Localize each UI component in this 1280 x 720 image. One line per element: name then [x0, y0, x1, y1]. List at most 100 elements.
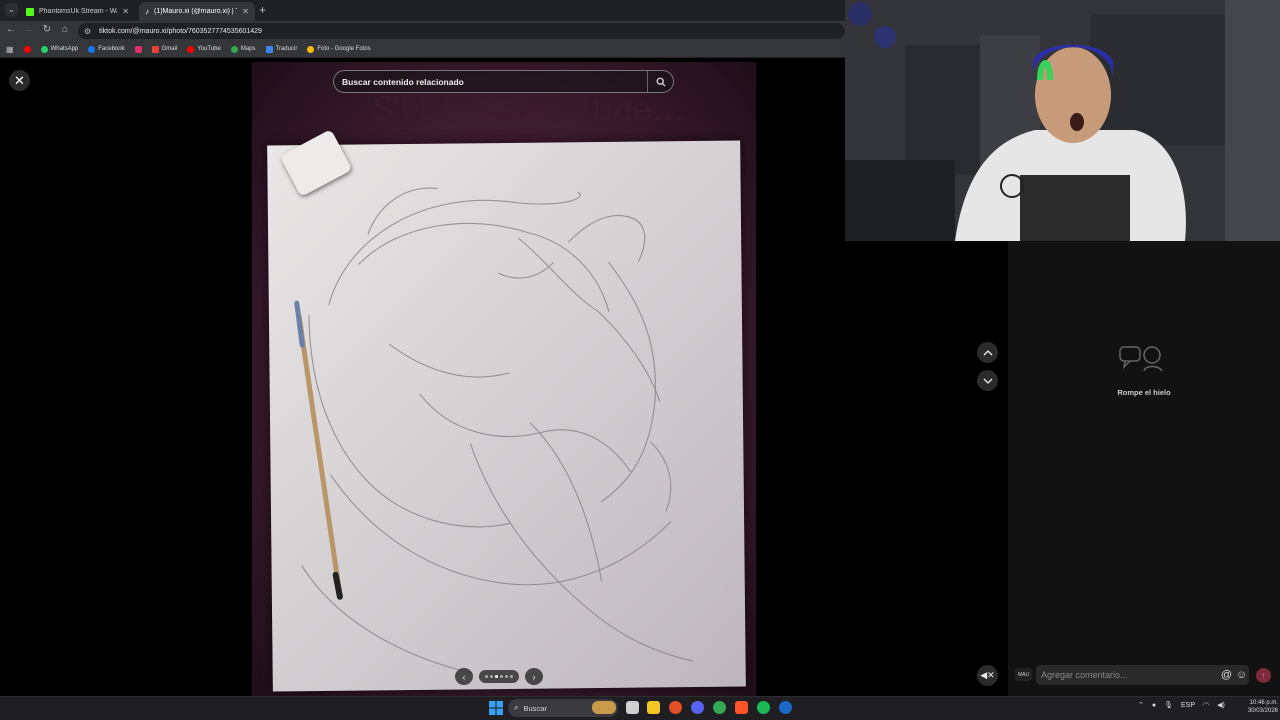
clock-date: 30/03/2026	[1247, 708, 1278, 714]
avatar: MAU	[1015, 668, 1032, 681]
bookmark-whatsapp[interactable]: WhatsApp	[40, 45, 78, 53]
search-icon	[656, 77, 665, 86]
address-bar[interactable]: ⚙ tiktok.com/@mauro.xi/photo/76035277745…	[78, 23, 845, 39]
maps-icon	[230, 45, 238, 53]
carousel-dot[interactable]	[490, 675, 493, 678]
widget-icon[interactable]	[592, 701, 616, 714]
chrome-icon[interactable]	[713, 701, 726, 714]
close-icon: ✕	[14, 72, 25, 88]
close-button[interactable]: ✕	[9, 70, 30, 91]
tab-search-chevron-icon[interactable]: ⌄	[5, 3, 18, 17]
discord-icon[interactable]	[691, 701, 704, 714]
youtube-icon	[23, 45, 31, 53]
pencil	[296, 312, 343, 598]
carousel-next-button[interactable]: ›	[525, 668, 543, 685]
bookmark-traducir[interactable]: Traducir	[265, 45, 298, 53]
tiktok-icon: ♪	[145, 7, 149, 16]
language-indicator[interactable]: ESP	[1181, 702, 1195, 709]
close-tab-icon[interactable]: ✕	[122, 7, 129, 16]
back-arrow-icon[interactable]: ←	[4, 24, 18, 35]
webcam-overlay	[845, 0, 1280, 241]
bookmarks-bar: ▦ WhatsApp Facebook Gmail YouTube Maps T…	[0, 41, 845, 58]
mute-button[interactable]: ◀✕	[977, 665, 998, 686]
bookmark-instagram[interactable]	[134, 45, 142, 53]
drawing-paper	[267, 140, 746, 692]
bookmark-label: Foto - Google Fotos	[317, 46, 371, 52]
bookmark-youtube-red[interactable]	[23, 45, 31, 53]
steam-icon[interactable]	[779, 701, 792, 714]
bookmark-maps[interactable]: Maps	[230, 45, 256, 53]
file-explorer-icon[interactable]	[647, 701, 660, 714]
apps-grid-icon[interactable]: ▦	[6, 45, 14, 54]
speaker-muted-icon: ◀✕	[980, 670, 995, 680]
bookmark-label: Facebook	[98, 46, 125, 52]
carousel-dot[interactable]	[505, 675, 508, 678]
carousel-dot[interactable]	[485, 675, 488, 678]
bookmark-label: Gmail	[161, 46, 178, 52]
photos-icon	[307, 45, 315, 53]
search-button[interactable]	[647, 71, 673, 92]
bookmark-gmail[interactable]: Gmail	[151, 45, 178, 53]
wifi-icon[interactable]: ◠	[1203, 701, 1209, 709]
system-tray: ⌃ ● 🎙 ESP ◠ ◀)	[1138, 701, 1225, 710]
webcam-feed	[845, 0, 1280, 241]
carousel-dot[interactable]	[500, 675, 503, 678]
bookmark-label: YouTube	[197, 46, 221, 52]
plus-icon[interactable]: +	[259, 3, 266, 17]
search-input[interactable]	[334, 76, 647, 87]
tab-phantomsuk[interactable]: PhantomsUk Stream - Watch Li ✕	[20, 2, 135, 21]
bookmark-youtube[interactable]: YouTube	[187, 45, 221, 53]
forward-arrow-icon[interactable]: →	[21, 24, 35, 35]
carousel-dot[interactable]	[495, 675, 498, 678]
task-view-icon[interactable]	[626, 701, 639, 714]
photo-caption: STEP V:Sacrifice...	[372, 90, 685, 128]
previous-post-button[interactable]	[977, 342, 998, 363]
bookmark-facebook[interactable]: Facebook	[88, 45, 125, 53]
mention-icon[interactable]: @	[1219, 669, 1234, 681]
comments-panel	[1008, 241, 1280, 696]
spotify-icon[interactable]	[757, 701, 770, 714]
chevron-up-icon[interactable]: ⌃	[1138, 701, 1144, 709]
next-post-button[interactable]	[977, 370, 998, 391]
emoji-icon[interactable]: ☺	[1234, 669, 1249, 681]
related-search[interactable]	[333, 70, 674, 93]
close-tab-icon[interactable]: ✕	[242, 7, 249, 16]
instagram-icon	[134, 45, 142, 53]
site-info-icon[interactable]: ⚙	[84, 27, 91, 36]
volume-icon[interactable]: ◀)	[1217, 701, 1225, 709]
post-comment-button[interactable]: ↑	[1256, 668, 1271, 683]
comment-box[interactable]: @ ☺	[1036, 665, 1249, 685]
kick-icon	[26, 7, 34, 16]
tab-tiktok[interactable]: ♪ (1)Mauro.xi (@mauro.xi) | TikTok ✕	[139, 2, 255, 21]
chevron-down-icon	[983, 378, 992, 384]
brave-icon[interactable]	[735, 701, 748, 714]
photo-carousel-controls: ‹ ›	[455, 668, 551, 685]
bookmark-google-fotos[interactable]: Foto - Google Fotos	[307, 45, 371, 53]
home-icon[interactable]: ⌂	[58, 24, 72, 35]
carousel-prev-button[interactable]: ‹	[455, 668, 473, 685]
carousel-dots[interactable]	[479, 670, 519, 683]
windows-start-icon[interactable]	[489, 701, 503, 715]
facebook-icon	[88, 45, 96, 53]
speech-bubbles-icon	[1119, 346, 1163, 372]
pencil-sketch	[294, 187, 693, 674]
comment-input[interactable]	[1041, 670, 1219, 680]
url-text: tiktok.com/@mauro.xi/photo/7603527774535…	[99, 27, 262, 35]
taskbar-search-label: Buscar	[523, 703, 547, 713]
empty-comments-text: Rompe el hielo	[1117, 388, 1171, 397]
reload-icon[interactable]: ↻	[40, 24, 54, 35]
tray-app-icon[interactable]: ●	[1152, 702, 1156, 709]
bookmark-label: Traducir	[275, 46, 298, 52]
search-icon: ⌕	[514, 703, 519, 712]
whatsapp-icon	[40, 45, 48, 53]
clock[interactable]: 10:46 p.m. 30/03/2026	[1234, 699, 1278, 715]
chevron-right-icon: ›	[532, 671, 536, 682]
microphone-icon[interactable]: 🎙	[1164, 701, 1173, 709]
carousel-dot[interactable]	[510, 675, 513, 678]
app-icon[interactable]	[669, 701, 682, 714]
translate-icon	[265, 45, 273, 53]
youtube-icon	[187, 45, 195, 53]
chevron-left-icon: ‹	[462, 671, 466, 682]
chevron-up-icon	[983, 349, 992, 355]
bookmark-label: Maps	[240, 46, 256, 52]
